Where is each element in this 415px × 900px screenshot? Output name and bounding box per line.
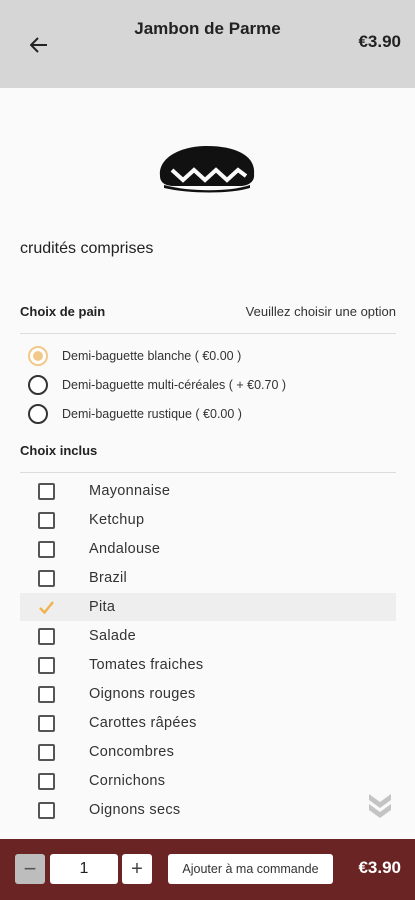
bread-section-header: Choix de pain Veuillez choisir une optio…: [20, 304, 396, 334]
bread-option-multicereal[interactable]: Demi-baguette multi-céréales ( + €0.70 ): [28, 372, 286, 398]
sandwich-icon: [159, 146, 255, 193]
decrease-quantity-button[interactable]: −: [15, 854, 45, 884]
included-option-label: Carottes râpées: [89, 715, 197, 731]
product-description: crudités comprises: [20, 240, 154, 257]
included-option-andalouse[interactable]: Andalouse: [20, 535, 396, 563]
header-price: €3.90: [358, 32, 401, 51]
checkbox[interactable]: [38, 656, 55, 674]
included-section-title: Choix inclus: [20, 443, 98, 458]
included-option-cornichons[interactable]: Cornichons: [20, 767, 396, 795]
add-to-order-button[interactable]: Ajouter à ma commande: [168, 854, 333, 884]
quantity-field[interactable]: 1: [50, 854, 118, 884]
included-option-mayonnaise[interactable]: Mayonnaise: [20, 477, 396, 505]
page-title: Jambon de Parme: [134, 19, 281, 38]
included-option-label: Brazil: [89, 570, 128, 586]
checkbox[interactable]: [38, 511, 55, 529]
checkbox[interactable]: [38, 540, 55, 558]
checkbox[interactable]: [38, 801, 55, 819]
checkbox[interactable]: [38, 743, 55, 761]
included-option-concombres[interactable]: Concombres: [20, 738, 396, 766]
included-option-label: Andalouse: [89, 541, 161, 557]
radio[interactable]: [28, 404, 48, 424]
included-option-oignons-secs[interactable]: Oignons secs: [20, 796, 396, 824]
checkbox[interactable]: [38, 714, 55, 732]
checkmark-icon: [39, 600, 54, 614]
arrow-left-icon: [30, 37, 47, 53]
included-option-label: Tomates fraiches: [89, 657, 204, 673]
increase-quantity-button[interactable]: +: [122, 854, 152, 884]
checkbox[interactable]: [38, 482, 55, 500]
bread-option-white[interactable]: Demi-baguette blanche ( €0.00 ): [28, 343, 241, 369]
included-option-ketchup[interactable]: Ketchup: [20, 506, 396, 534]
radio-selected[interactable]: [28, 346, 48, 366]
checkbox[interactable]: [38, 685, 55, 703]
checkbox-checked[interactable]: [38, 599, 55, 616]
checkbox[interactable]: [38, 569, 55, 587]
included-option-oignons-rouges[interactable]: Oignons rouges: [20, 680, 396, 708]
bread-option-label: Demi-baguette blanche ( €0.00 ): [62, 349, 242, 363]
included-option-label: Concombres: [89, 744, 175, 760]
order-footer: − 1 + Ajouter à ma commande €3.90: [0, 839, 415, 900]
included-option-label: Salade: [89, 628, 136, 644]
included-option-label: Mayonnaise: [89, 483, 171, 499]
included-option-salade[interactable]: Salade: [20, 622, 396, 650]
included-option-carottes[interactable]: Carottes râpées: [20, 709, 396, 737]
bread-option-label: Demi-baguette rustique ( €0.00 ): [62, 407, 242, 421]
included-option-label: Oignons secs: [89, 802, 181, 818]
included-option-label: Ketchup: [89, 512, 145, 528]
included-option-brazil[interactable]: Brazil: [20, 564, 396, 592]
included-option-label: Cornichons: [89, 773, 166, 789]
included-option-label: Pita: [89, 599, 116, 615]
bread-option-rustic[interactable]: Demi-baguette rustique ( €0.00 ): [28, 401, 242, 427]
included-option-label: Oignons rouges: [89, 686, 196, 702]
back-button[interactable]: [24, 30, 54, 60]
footer-price: €3.90: [358, 858, 401, 877]
included-section-header: Choix inclus: [20, 443, 396, 473]
bread-section-hint: Veuillez choisir une option: [245, 304, 396, 319]
double-chevron-down-icon[interactable]: [366, 790, 394, 818]
checkbox[interactable]: [38, 772, 55, 790]
radio[interactable]: [28, 375, 48, 395]
bread-option-label: Demi-baguette multi-céréales ( + €0.70 ): [62, 378, 287, 392]
included-option-tomates[interactable]: Tomates fraiches: [20, 651, 396, 679]
bread-section-title: Choix de pain: [20, 304, 106, 319]
checkbox[interactable]: [38, 627, 55, 645]
app-header: Jambon de Parme €3.90: [0, 0, 415, 88]
included-option-pita[interactable]: Pita: [20, 593, 396, 621]
